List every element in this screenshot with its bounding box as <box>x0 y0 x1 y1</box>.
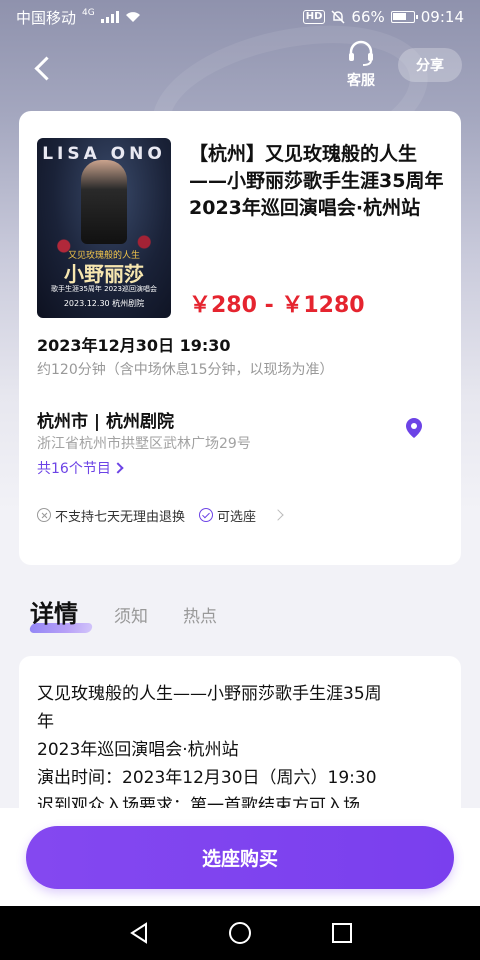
network-label: 4G <box>82 8 95 18</box>
battery-icon <box>390 11 418 23</box>
customer-service-button[interactable]: 客服 <box>340 40 382 92</box>
detail-content: 又见玫瑰般的人生——小野丽莎歌手生涯35周 年 2023年巡回演唱会·杭州站 演… <box>19 656 461 816</box>
event-poster[interactable]: LISA ONO 又见玫瑰般的人生 小野丽莎 歌手生涯35周年 2023巡回演唱… <box>37 138 171 318</box>
top-nav: 客服 分享 <box>0 40 480 96</box>
event-date: 2023年12月30日 19:30 <box>37 336 231 355</box>
check-circle-icon <box>199 508 214 522</box>
back-triangle-icon[interactable] <box>126 920 152 946</box>
policy-no-refund-label: 不支持七天无理由退换 <box>55 509 186 525</box>
battery-percent: 66% <box>351 8 385 26</box>
back-button[interactable] <box>24 48 64 88</box>
mute-icon <box>331 10 345 24</box>
select-seat-buy-button[interactable]: 选座购买 <box>26 826 454 889</box>
venue-name: 杭州市 | 杭州剧院 <box>37 412 175 432</box>
policy-seat-label: 可选座 <box>217 509 257 525</box>
policy-no-refund: 不支持七天无理由退换 <box>37 506 185 525</box>
detail-line: 演出时间：2023年12月30日（周六）19:30 <box>37 768 377 788</box>
venue-address: 浙江省杭州市拱墅区武林广场29号 <box>37 436 251 452</box>
recent-apps-icon[interactable] <box>329 920 355 946</box>
hd-badge: HD <box>302 10 326 24</box>
poster-date: 2023.12.30 杭州剧院 <box>63 299 145 308</box>
detail-line: 2023年巡回演唱会·杭州站 <box>37 740 239 760</box>
program-list-link[interactable]: 共16个节目 <box>37 458 122 478</box>
customer-service-label: 客服 <box>347 73 375 89</box>
carrier-label: 中国移动 <box>16 8 77 27</box>
status-bar: 中国移动 4G HD 66% 09:14 <box>0 0 480 34</box>
share-button[interactable]: 分享 <box>398 48 462 82</box>
detail-line: 年 <box>37 712 54 732</box>
wifi-icon <box>125 12 140 22</box>
tab-details[interactable]: 详情 <box>30 594 78 629</box>
poster-name: 小野丽莎 <box>64 262 144 286</box>
tab-notice[interactable]: 须知 <box>114 602 148 627</box>
event-title: 【杭州】又见玫瑰般的人生——小野丽莎歌手生涯35周年 2023年巡回演唱会·杭州… <box>189 143 444 219</box>
event-duration: 约120分钟（含中场休息15分钟，以现场为准） <box>37 362 334 378</box>
cross-circle-icon <box>37 508 51 522</box>
location-pin-icon[interactable] <box>403 417 425 439</box>
bottom-action-bar: 选座购买 <box>0 808 480 906</box>
price-range: ￥280 - ￥1280 <box>189 293 365 318</box>
policy-row[interactable]: 不支持七天无理由退换 可选座 <box>37 504 443 526</box>
chevron-right-icon <box>272 509 284 521</box>
home-circle-icon[interactable] <box>227 920 253 946</box>
clock: 09:14 <box>420 8 464 26</box>
poster-line: 歌手生涯35周年 2023巡回演唱会 <box>51 285 157 293</box>
system-navigation-bar <box>0 906 480 960</box>
headset-icon <box>349 40 373 66</box>
event-info-card: LISA ONO 又见玫瑰般的人生 小野丽莎 歌手生涯35周年 2023巡回演唱… <box>19 111 461 565</box>
detail-line: 又见玫瑰般的人生——小野丽莎歌手生涯35周 <box>37 684 382 704</box>
detail-tabs: 详情 须知 热点 <box>28 594 450 638</box>
policy-seat-select: 可选座 <box>199 506 256 525</box>
tab-hot[interactable]: 热点 <box>183 602 217 627</box>
signal-icon <box>100 11 119 23</box>
